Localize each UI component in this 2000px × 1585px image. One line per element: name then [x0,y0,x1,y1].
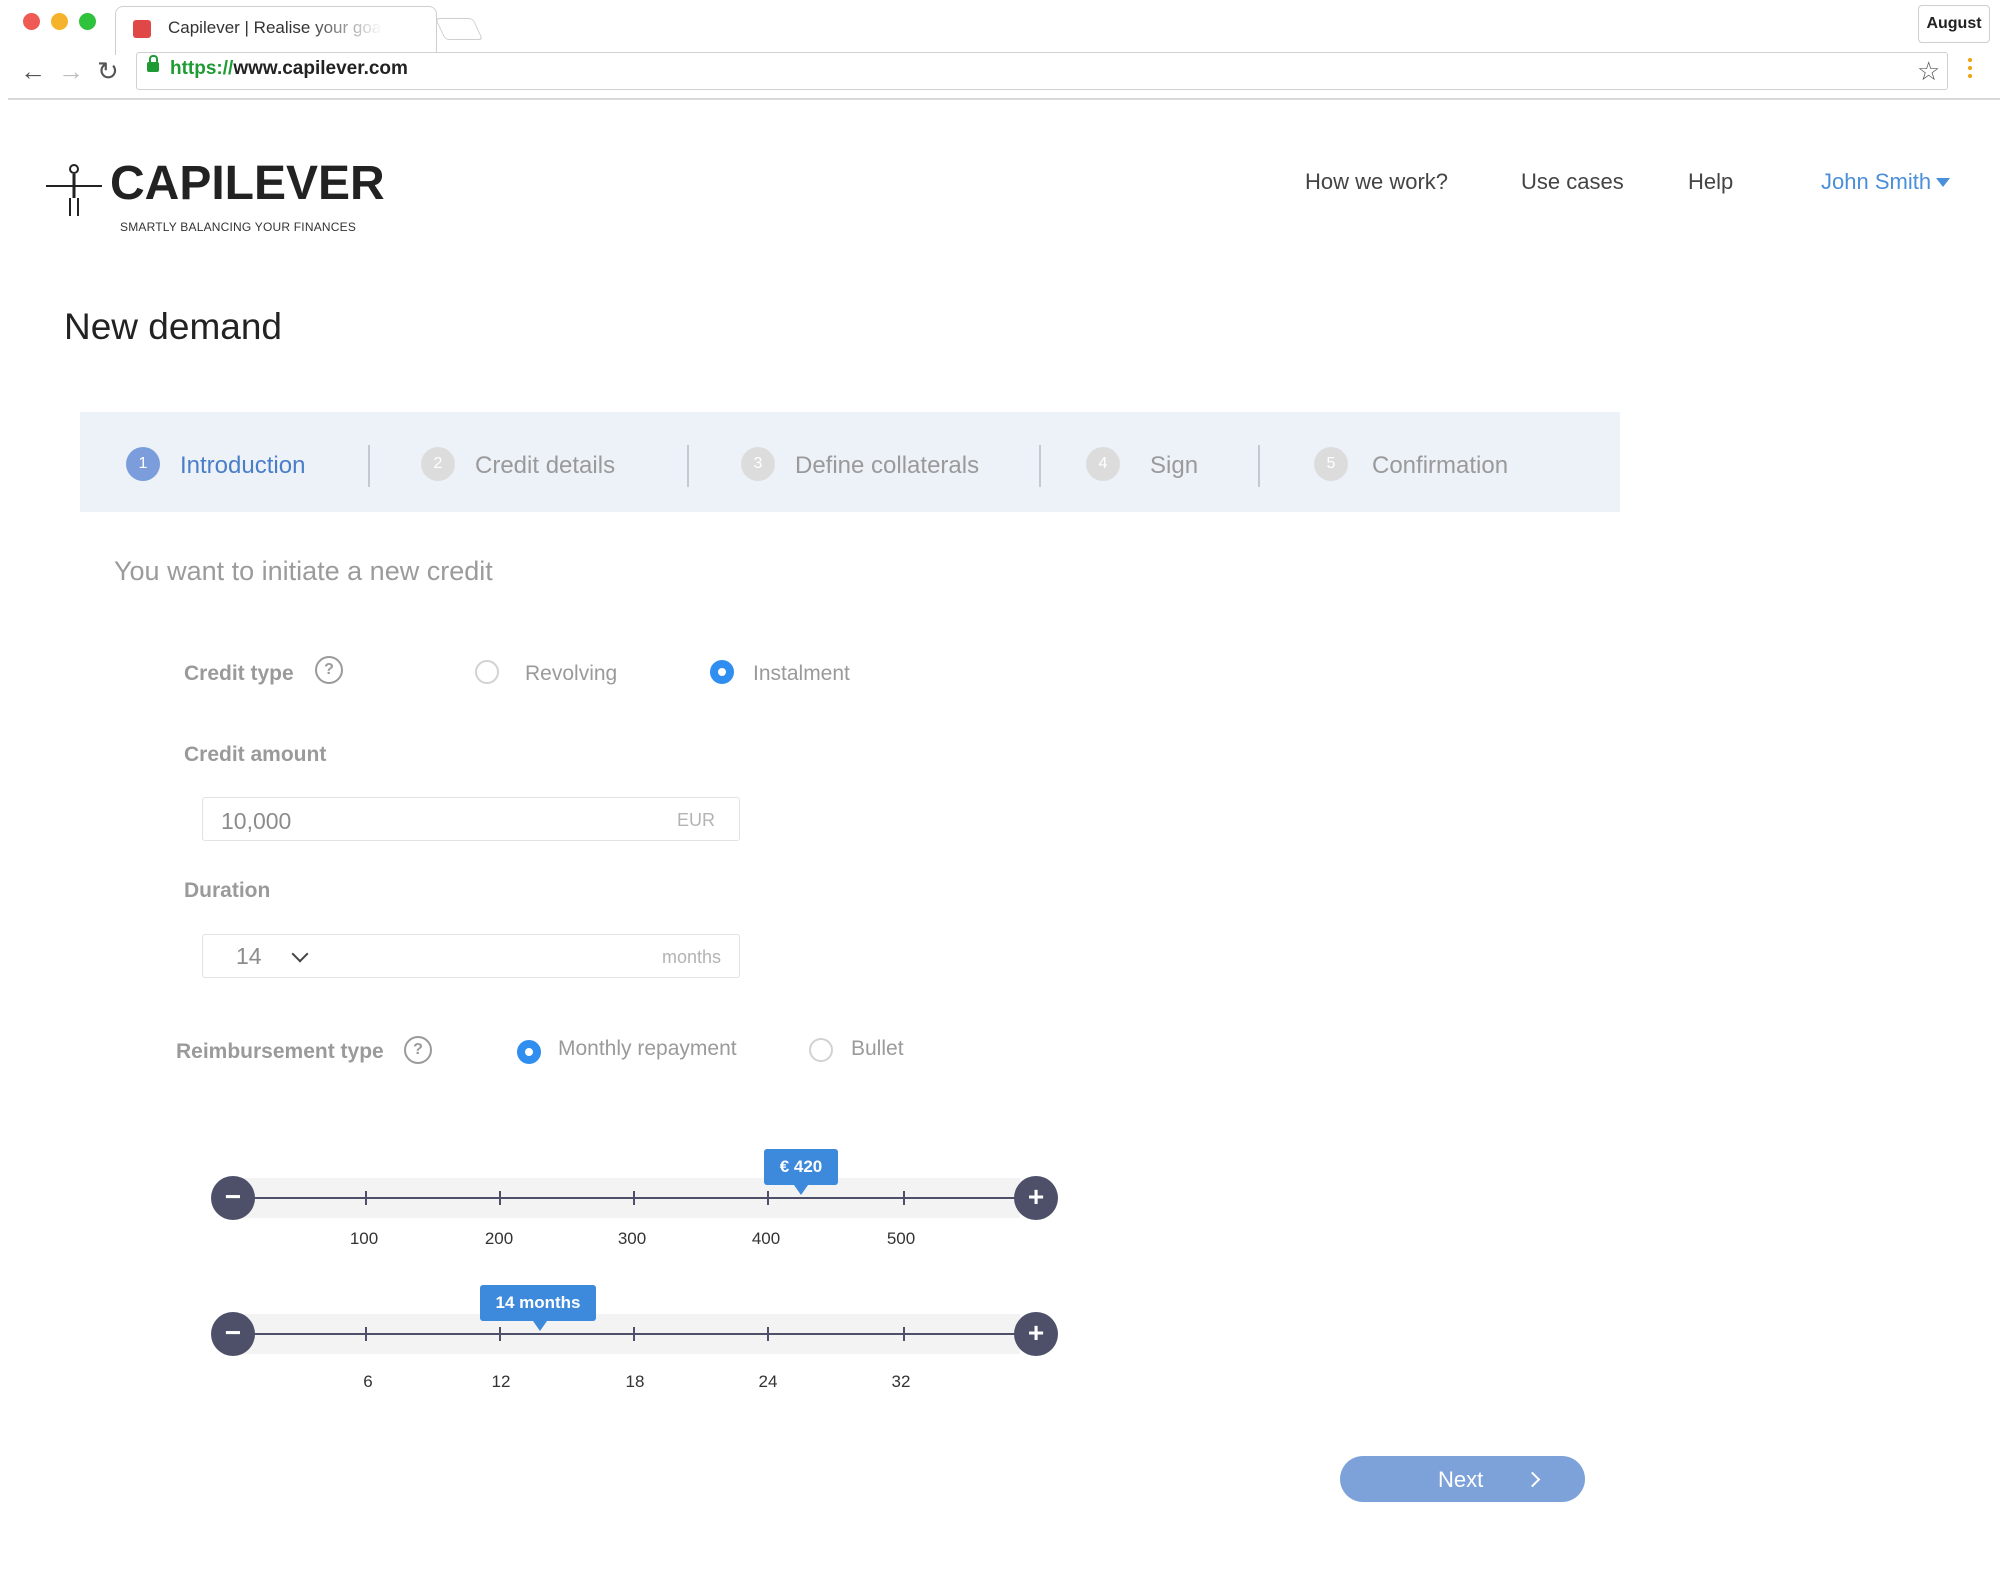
help-icon[interactable]: ? [404,1036,432,1064]
back-arrow-icon[interactable]: ← [20,56,46,86]
repayment-slider-handle[interactable] [794,1185,808,1195]
reimbursement-type-label: Reimbursement type [176,1040,384,1063]
step-credit-details[interactable]: Credit details [475,452,615,480]
slider-tick [903,1191,905,1205]
slider-tick-label: 18 [625,1372,645,1391]
slider-tick [633,1327,635,1341]
repayment-decrease-button[interactable]: − [211,1176,255,1220]
duration-unit: months [662,947,722,967]
slider-tick [499,1327,501,1341]
months-slider-line [232,1333,1020,1335]
slider-tick-label: 300 [617,1229,647,1248]
repayment-increase-button[interactable]: + [1014,1176,1058,1220]
reload-icon[interactable]: ↻ [97,56,119,86]
next-button-label[interactable]: Next [1438,1467,1483,1493]
radio-revolving[interactable] [475,660,499,684]
credit-type-label: Credit type [184,662,294,685]
step-define-collaterals[interactable]: Define collaterals [795,452,979,480]
radio-monthly-repayment-label[interactable]: Monthly repayment [558,1037,737,1061]
duration-value[interactable]: 14 [236,943,262,970]
credit-amount-unit: EUR [677,810,716,830]
slider-tick-label: 12 [491,1372,511,1391]
chevron-down-icon[interactable] [1936,178,1950,187]
page-title: New demand [64,306,283,347]
favicon-icon [133,20,151,38]
repayment-slider-line [232,1197,1020,1199]
chrome-divider [8,98,2000,100]
slider-tick [767,1191,769,1205]
duration-select[interactable] [202,934,740,978]
months-value-tooltip[interactable]: 14 months [480,1285,596,1321]
months-slider-handle[interactable] [533,1321,547,1331]
step-number-1: 1 [126,447,160,481]
slider-tick [365,1327,367,1341]
forward-arrow-icon[interactable]: → [58,56,84,86]
help-icon[interactable]: ? [315,656,343,684]
slider-tick [633,1191,635,1205]
radio-bullet-label[interactable]: Bullet [851,1037,904,1061]
lock-icon [147,55,159,72]
radio-instalment-label[interactable]: Instalment [753,662,850,686]
user-menu[interactable]: John Smith [1821,169,1931,195]
radio-instalment[interactable] [710,660,734,684]
credit-amount-label: Credit amount [184,743,327,766]
step-divider [1039,445,1041,487]
logo-tagline: SMARTLY BALANCING YOUR FINANCES [120,220,357,234]
slider-tick [499,1191,501,1205]
step-number-2: 2 [421,447,455,481]
slider-tick [903,1327,905,1341]
logo-figure-icon [46,164,102,216]
radio-bullet[interactable] [809,1038,833,1062]
url-scheme: https:// [170,58,234,79]
step-sign[interactable]: Sign [1150,452,1198,480]
duration-label: Duration [184,879,271,902]
step-number-3: 3 [741,447,775,481]
step-number-5: 5 [1314,447,1348,481]
section-subtitle: You want to initiate a new credit [114,556,493,586]
radio-revolving-label[interactable]: Revolving [525,662,617,686]
bookmark-star-icon[interactable]: ☆ [1917,56,1940,87]
maximize-window-dot[interactable] [79,13,96,30]
url-host: www.capilever.com [233,58,408,79]
nav-how-we-work[interactable]: How we work? [1305,169,1448,195]
logo-wordmark[interactable]: CAPILEVER [110,156,385,211]
slider-tick-label: 100 [349,1229,379,1248]
slider-tick-label: 32 [891,1372,911,1391]
step-confirmation[interactable]: Confirmation [1372,452,1508,480]
browser-menu-icon[interactable] [1968,58,1972,82]
slider-tick-label: 200 [484,1229,514,1248]
close-window-dot[interactable] [23,13,40,30]
repayment-value-tooltip[interactable]: € 420 [764,1149,838,1185]
step-introduction[interactable]: Introduction [180,452,305,480]
months-increase-button[interactable]: + [1014,1312,1058,1356]
slider-tick-label: 24 [758,1372,778,1391]
minimize-window-dot[interactable] [51,13,68,30]
radio-monthly-repayment[interactable] [517,1040,541,1064]
nav-use-cases[interactable]: Use cases [1521,169,1624,195]
slider-tick-label: 6 [363,1372,373,1391]
step-number-4: 4 [1086,447,1120,481]
step-divider [1258,445,1260,487]
step-divider [687,445,689,487]
months-decrease-button[interactable]: − [211,1312,255,1356]
slider-tick [767,1327,769,1341]
url-text[interactable]: https://www.capilever.com [170,58,408,80]
slider-tick-label: 500 [886,1229,916,1248]
tab-title: Capilever | Realise your goa [168,18,382,37]
credit-amount-value[interactable]: 10,000 [221,808,291,835]
step-divider [368,445,370,487]
profile-button[interactable]: August [1918,5,1990,43]
slider-tick [365,1191,367,1205]
nav-help[interactable]: Help [1688,169,1733,195]
slider-tick-label: 400 [751,1229,781,1248]
